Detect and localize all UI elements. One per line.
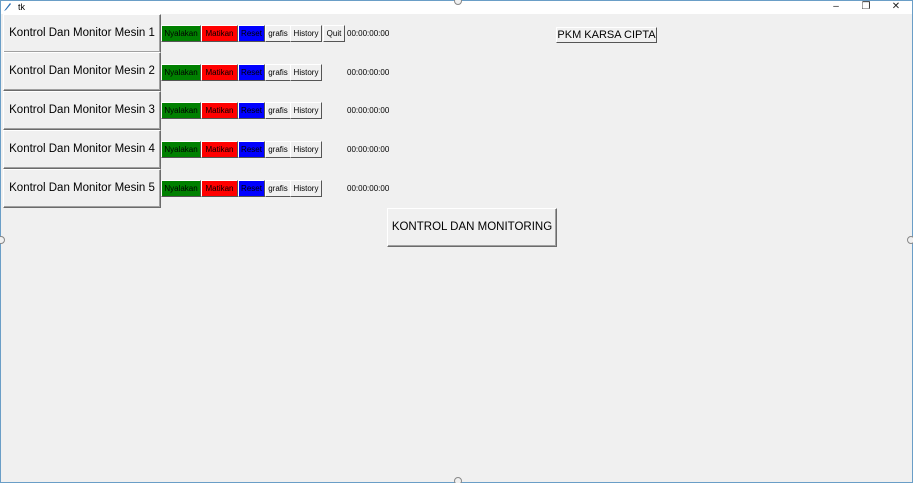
- machine-5-reset-button[interactable]: Reset: [238, 180, 265, 197]
- machine-3-grafis-button[interactable]: grafis: [265, 102, 291, 119]
- pkm-karsa-cipta-button[interactable]: PKM KARSA CIPTA: [556, 27, 657, 43]
- machine-1-history-button[interactable]: History: [290, 25, 322, 42]
- machine-4-button[interactable]: Kontrol Dan Monitor Mesin 4: [3, 130, 161, 169]
- machine-3-button[interactable]: Kontrol Dan Monitor Mesin 3: [3, 91, 161, 130]
- machine-5-button[interactable]: Kontrol Dan Monitor Mesin 5: [3, 169, 161, 208]
- machine-4-timer: 00:00:00:00: [347, 145, 390, 154]
- machine-3-history-button[interactable]: History: [290, 102, 322, 119]
- machine-5-grafis-button[interactable]: grafis: [265, 180, 291, 197]
- machine-4-history-button[interactable]: History: [290, 141, 322, 158]
- machine-1-off-button[interactable]: Matikan: [201, 25, 238, 42]
- window-title: tk: [18, 2, 26, 12]
- machine-4-grafis-button[interactable]: grafis: [265, 141, 291, 158]
- machine-1-on-button[interactable]: Nyalakan: [161, 25, 201, 42]
- minimize-icon[interactable]: –: [821, 1, 851, 14]
- quit-button[interactable]: Quit: [323, 25, 345, 42]
- machine-5-history-button[interactable]: History: [290, 180, 322, 197]
- machine-4-on-button[interactable]: Nyalakan: [161, 141, 201, 158]
- machine-4-off-button[interactable]: Matikan: [201, 141, 238, 158]
- machine-1-timer: 00:00:00:00: [347, 29, 390, 38]
- machine-2-history-button[interactable]: History: [290, 64, 322, 81]
- machine-2-reset-button[interactable]: Reset: [238, 64, 265, 81]
- machine-1-reset-button[interactable]: Reset: [238, 25, 265, 42]
- machine-2-button[interactable]: Kontrol Dan Monitor Mesin 2: [3, 52, 161, 91]
- machine-3-on-button[interactable]: Nyalakan: [161, 102, 201, 119]
- machine-3-reset-button[interactable]: Reset: [238, 102, 265, 119]
- machine-5-timer: 00:00:00:00: [347, 184, 390, 193]
- app-window: tk – ❐ ✕ Kontrol Dan Monitor Mesin 1 Nya…: [0, 0, 913, 483]
- machine-1-grafis-button[interactable]: grafis: [265, 25, 291, 42]
- machine-1-button[interactable]: Kontrol Dan Monitor Mesin 1: [3, 14, 161, 53]
- machine-5-on-button[interactable]: Nyalakan: [161, 180, 201, 197]
- close-icon[interactable]: ✕: [881, 1, 911, 14]
- kontrol-dan-monitoring-button[interactable]: KONTROL DAN MONITORING: [387, 208, 557, 247]
- client-area: Kontrol Dan Monitor Mesin 1 Nyalakan Mat…: [1, 14, 912, 482]
- tk-feather-icon: [4, 3, 11, 11]
- machine-2-grafis-button[interactable]: grafis: [265, 64, 291, 81]
- machine-3-off-button[interactable]: Matikan: [201, 102, 238, 119]
- machine-4-reset-button[interactable]: Reset: [238, 141, 265, 158]
- machine-3-timer: 00:00:00:00: [347, 106, 390, 115]
- machine-2-off-button[interactable]: Matikan: [201, 64, 238, 81]
- restore-icon[interactable]: ❐: [851, 1, 881, 14]
- machine-2-timer: 00:00:00:00: [347, 68, 390, 77]
- machine-2-on-button[interactable]: Nyalakan: [161, 64, 201, 81]
- machine-5-off-button[interactable]: Matikan: [201, 180, 238, 197]
